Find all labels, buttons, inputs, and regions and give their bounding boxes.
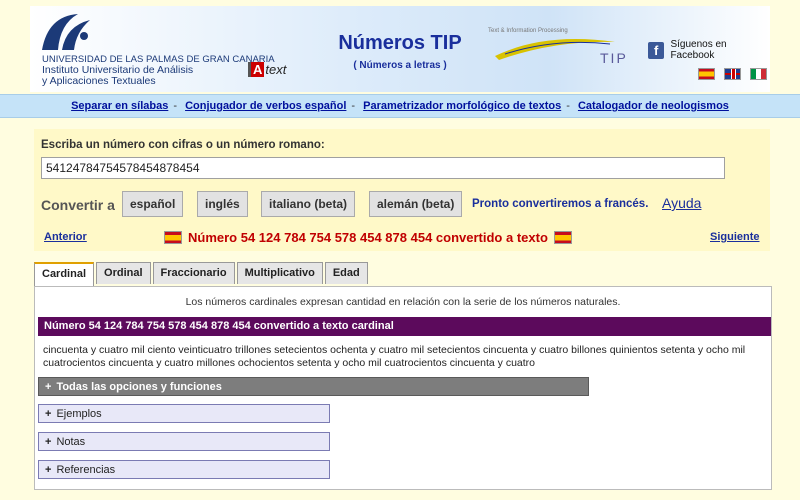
tip-logo-text: TIP	[600, 50, 628, 66]
notes-accordion[interactable]: + Notas	[38, 432, 330, 451]
all-options-label: Todas las opciones y funciones	[56, 381, 222, 393]
number-input-label: Escriba un número con cifras o un número…	[41, 139, 325, 151]
notes-label: Notas	[56, 436, 86, 448]
tip-tagline: Text & Information Processing	[488, 28, 568, 34]
ulpgc-logo-icon	[42, 14, 90, 50]
nav-link-neologisms[interactable]: Catalogador de neologismos	[578, 100, 729, 112]
references-label: Referencias	[56, 464, 116, 476]
tools-navbar: Separar en sílabas - Conjugador de verbos…	[0, 94, 800, 118]
conversion-result-line: Número 54 124 784 754 578 454 878 454 co…	[164, 230, 572, 245]
iatext-logo-a-icon: A	[248, 62, 265, 77]
convert-italian-button[interactable]: italiano (beta)	[261, 191, 356, 217]
page-title: Números TIP	[338, 32, 462, 54]
iatext-logo-text: text	[265, 62, 287, 77]
spanish-flag-icon[interactable]	[698, 68, 715, 80]
plus-icon: +	[45, 436, 52, 448]
previous-link[interactable]: Anterior	[44, 231, 87, 243]
number-type-tabs: Cardinal Ordinal Fraccionario Multiplica…	[34, 262, 368, 286]
result-header: Número 54 124 784 754 578 454 878 454 co…	[38, 317, 771, 336]
facebook-label[interactable]: Síguenos en Facebook	[670, 39, 770, 61]
university-line-3: y Aplicaciones Textuales	[42, 75, 156, 87]
tab-multiplicative[interactable]: Multiplicativo	[236, 262, 323, 284]
number-input[interactable]: 54124784754578454878454	[41, 157, 725, 179]
english-flag-icon[interactable]	[724, 68, 741, 80]
spanish-flag-icon	[164, 231, 182, 244]
references-accordion[interactable]: + Referencias	[38, 460, 330, 479]
examples-accordion[interactable]: + Ejemplos	[38, 404, 330, 423]
page-subtitle: ( Números a letras )	[353, 60, 447, 71]
cardinal-description: Los números cardinales expresan cantidad…	[185, 296, 621, 308]
number-form-panel: Escriba un número con cifras o un número…	[34, 129, 770, 251]
facebook-link[interactable]: f Síguenos en Facebook	[648, 39, 770, 61]
university-name: UNIVERSIDAD DE LAS PALMAS DE GRAN CANARI…	[42, 54, 275, 87]
language-flags	[698, 68, 767, 80]
all-options-accordion[interactable]: + Todas las opciones y funciones	[38, 377, 589, 396]
nav-link-syllables[interactable]: Separar en sílabas	[71, 100, 168, 112]
plus-icon: +	[45, 408, 52, 420]
tab-content-panel: Los números cardinales expresan cantidad…	[34, 286, 772, 490]
convert-spanish-button[interactable]: español	[122, 191, 184, 217]
result-text: cincuenta y cuatro mil ciento veinticuat…	[43, 344, 746, 369]
site-header: UNIVERSIDAD DE LAS PALMAS DE GRAN CANARI…	[30, 6, 770, 92]
tab-cardinal[interactable]: Cardinal	[34, 262, 95, 286]
help-link[interactable]: Ayuda	[662, 195, 701, 211]
conversion-result-text: Número 54 124 784 754 578 454 878 454 co…	[188, 230, 548, 245]
spanish-flag-icon	[553, 231, 572, 244]
convert-english-button[interactable]: inglés	[197, 191, 248, 217]
tab-age[interactable]: Edad	[324, 262, 368, 284]
nav-link-parametrizer[interactable]: Parametrizador morfológico de textos	[363, 100, 561, 112]
plus-icon: +	[45, 464, 52, 476]
plus-icon: +	[45, 381, 52, 393]
convert-german-button[interactable]: alemán (beta)	[369, 191, 463, 217]
french-coming-soon-text: Pronto convertiremos a francés.	[472, 198, 649, 210]
examples-label: Ejemplos	[56, 408, 102, 420]
facebook-icon[interactable]: f	[648, 41, 665, 59]
next-link[interactable]: Siguiente	[710, 231, 760, 243]
iatext-logo: Atext	[248, 62, 286, 77]
tab-ordinal[interactable]: Ordinal	[96, 262, 151, 284]
convert-label: Convertir a	[41, 197, 115, 213]
italian-flag-icon[interactable]	[750, 68, 767, 80]
nav-link-conjugator[interactable]: Conjugador de verbos español	[185, 100, 346, 112]
tab-fractional[interactable]: Fraccionario	[152, 262, 235, 284]
